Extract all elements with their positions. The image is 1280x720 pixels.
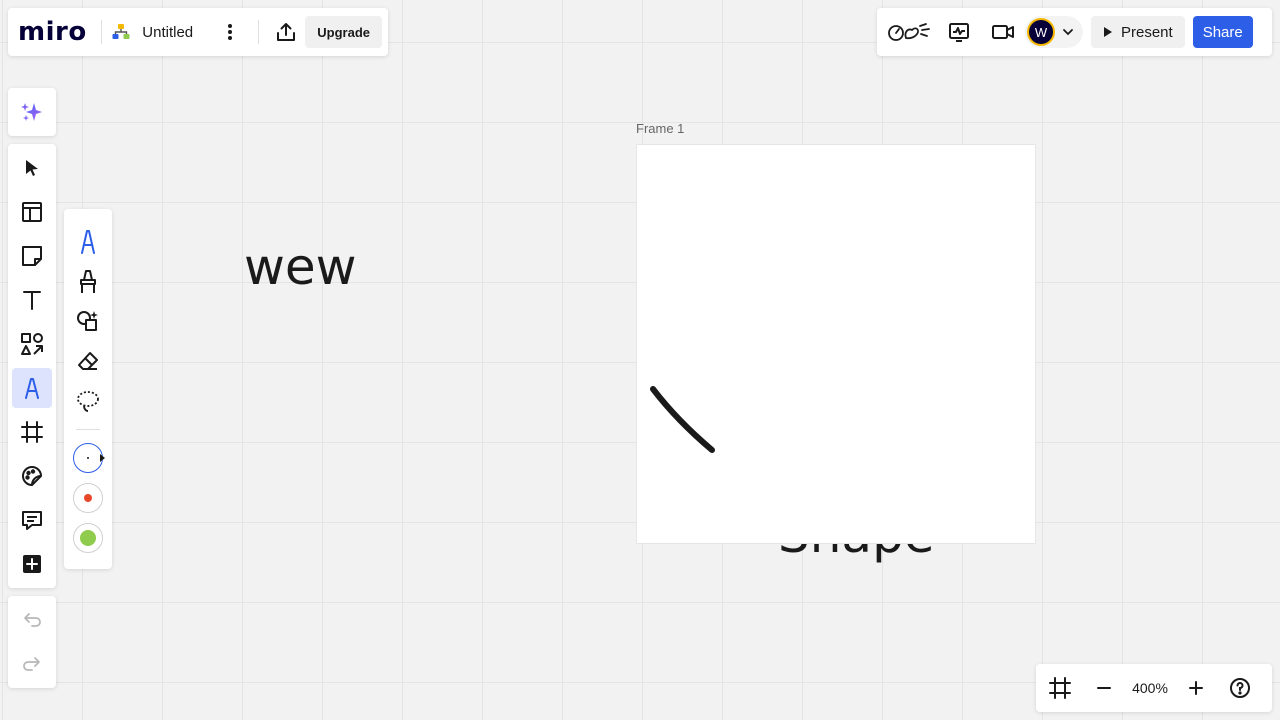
color-swatch-red[interactable] [68, 478, 108, 518]
undo-redo-panel [8, 596, 56, 688]
miro-logo[interactable]: miro [18, 19, 87, 45]
color-dot [80, 530, 96, 546]
sparkle-icon[interactable] [12, 92, 52, 132]
share-button[interactable]: Share [1192, 16, 1253, 48]
pen-stroke[interactable] [636, 144, 1036, 544]
zoom-in-icon[interactable] [1176, 668, 1216, 708]
pen-icon[interactable] [68, 221, 108, 261]
undo-icon[interactable] [12, 600, 52, 640]
text-icon[interactable] [12, 280, 52, 320]
swatch-expand-arrow-icon[interactable] [100, 454, 105, 462]
activity-chart-icon[interactable] [939, 12, 979, 52]
color-dot [87, 457, 89, 459]
pen-icon[interactable] [12, 368, 52, 408]
plus-square-icon[interactable] [12, 544, 52, 584]
board-tree-icon[interactable] [102, 12, 141, 52]
main-toolbar [8, 144, 56, 588]
avatar[interactable]: W [1027, 18, 1055, 46]
upgrade-button[interactable]: Upgrade [305, 16, 383, 48]
divider [257, 20, 259, 44]
zoom-panel: 400% [1036, 664, 1272, 712]
top-right-toolbar: W Present Share [877, 8, 1272, 56]
color-ring [73, 523, 103, 553]
color-ring [73, 483, 103, 513]
cursor-icon[interactable] [12, 148, 52, 188]
color-swatch-black[interactable] [68, 438, 108, 478]
lasso-icon[interactable] [68, 381, 108, 421]
divider [76, 429, 100, 430]
play-icon [1103, 26, 1113, 38]
video-camera-icon[interactable] [983, 12, 1023, 52]
export-icon[interactable] [267, 12, 306, 52]
user-menu[interactable]: W [1025, 16, 1083, 48]
chevron-down-icon[interactable] [1061, 25, 1075, 39]
smart-draw-icon[interactable] [68, 301, 108, 341]
selected-color-ring [73, 443, 103, 473]
top-left-toolbar: miro Untitled Upgrade [8, 8, 388, 56]
present-button[interactable]: Present [1091, 16, 1185, 48]
more-vertical-icon[interactable] [211, 12, 250, 52]
frame-label[interactable]: Frame 1 [636, 121, 684, 136]
pen-toolbar [64, 209, 112, 569]
templates-icon[interactable] [12, 192, 52, 232]
zoom-level[interactable]: 400% [1124, 680, 1176, 696]
shapes-icon[interactable] [12, 324, 52, 364]
fit-frame-icon[interactable] [1040, 668, 1080, 708]
board-title[interactable]: Untitled [142, 24, 193, 41]
redo-icon[interactable] [12, 644, 52, 684]
zoom-out-icon[interactable] [1084, 668, 1124, 708]
highlighter-icon[interactable] [68, 261, 108, 301]
present-label: Present [1121, 23, 1173, 41]
sticker-icon[interactable] [12, 456, 52, 496]
color-dot [84, 494, 92, 502]
color-swatch-green[interactable] [68, 518, 108, 558]
help-icon[interactable] [1220, 668, 1260, 708]
frame-icon[interactable] [12, 412, 52, 452]
ai-assist-panel [8, 88, 56, 136]
canvas-text-wew[interactable]: wew [244, 240, 357, 295]
sticky-note-icon[interactable] [12, 236, 52, 276]
reactions-icon[interactable] [881, 12, 937, 52]
eraser-icon[interactable] [68, 341, 108, 381]
comment-icon[interactable] [12, 500, 52, 540]
